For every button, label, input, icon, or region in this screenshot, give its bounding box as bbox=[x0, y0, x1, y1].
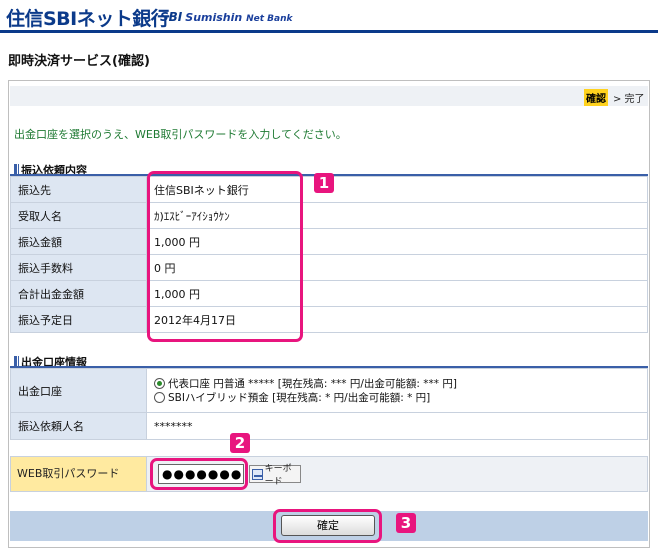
header-divider bbox=[0, 30, 658, 33]
bank-logo: 住信SBIネット銀行 bbox=[6, 8, 170, 30]
step-rest: > 完了 bbox=[613, 94, 645, 105]
table-row: 振込依頼人名 ******* bbox=[10, 412, 648, 440]
account-info-table: 出金口座 代表口座 円普通 ***** [現在残高: *** 円/出金可能額: … bbox=[10, 368, 648, 440]
callout-box-3 bbox=[273, 509, 382, 543]
transfer-details-table: 振込先 住信SBIネット銀行 受取人名 ｶ)ｴｽﾋﾞｰｱｲｼｮｳｹﾝ 振込金額 1,0… bbox=[10, 176, 648, 333]
table-row: 振込手数料 0 円 bbox=[10, 254, 648, 281]
callout-box-2 bbox=[150, 458, 248, 490]
row-label: 振込予定日 bbox=[10, 306, 147, 333]
instruction-text: 出金口座を選択のうえ、WEB取引パスワードを入力してください。 bbox=[14, 128, 347, 141]
option-label: SBIハイブリッド預金 [現在残高: * 円/出金可能額: * 円] bbox=[168, 391, 431, 404]
row-label: 振込金額 bbox=[10, 228, 147, 255]
callout-number-2: 2 bbox=[230, 433, 250, 453]
password-label: WEB取引パスワード bbox=[10, 456, 147, 492]
row-label: 受取人名 bbox=[10, 202, 147, 229]
logo-sub-suffix: Net Bank bbox=[246, 14, 293, 24]
steps-bar bbox=[10, 86, 648, 106]
header: 住信SBIネット銀行 SBI Sumishin Net Bank bbox=[0, 0, 658, 34]
option-label: 代表口座 円普通 ***** [現在残高: *** 円/出金可能額: *** 円… bbox=[168, 377, 457, 390]
page-title: 即時決済サービス(確認) bbox=[8, 54, 150, 69]
row-label: 振込先 bbox=[10, 176, 147, 203]
row-label: 出金口座 bbox=[10, 368, 147, 413]
account-option-hybrid[interactable]: SBIハイブリッド預金 [現在残高: * 円/出金可能額: * 円] bbox=[154, 391, 640, 405]
callout-number-1: 1 bbox=[314, 173, 334, 193]
callout-number-3: 3 bbox=[396, 513, 416, 533]
bank-logo-sub: SBI Sumishin Net Bank bbox=[160, 10, 292, 24]
table-row: 振込金額 1,000 円 bbox=[10, 228, 648, 255]
row-label: 振込手数料 bbox=[10, 254, 147, 281]
table-row: 受取人名 ｶ)ｴｽﾋﾞｰｱｲｼｮｳｹﾝ bbox=[10, 202, 648, 229]
keyboard-icon bbox=[252, 468, 263, 480]
software-keyboard-button[interactable]: キーボード bbox=[249, 464, 301, 487]
account-options: 代表口座 円普通 ***** [現在残高: *** 円/出金可能額: *** 円… bbox=[146, 368, 648, 413]
logo-sub-name: Sumishin bbox=[185, 11, 243, 24]
row-label: 振込依頼人名 bbox=[10, 412, 147, 440]
account-option-primary[interactable]: 代表口座 円普通 ***** [現在残高: *** 円/出金可能額: *** 円… bbox=[154, 377, 640, 391]
step-current: 確認 bbox=[584, 89, 608, 106]
callout-box-1 bbox=[147, 171, 303, 342]
radio-icon[interactable] bbox=[154, 392, 165, 403]
radio-selected-icon[interactable] bbox=[154, 378, 165, 389]
row-label: 合計出金金額 bbox=[10, 280, 147, 307]
logo-sbi-mark: SBI bbox=[160, 10, 183, 24]
table-row: 出金口座 代表口座 円普通 ***** [現在残高: *** 円/出金可能額: … bbox=[10, 368, 648, 413]
table-row: 合計出金金額 1,000 円 bbox=[10, 280, 648, 307]
row-value: ******* bbox=[146, 412, 648, 440]
table-row: 振込予定日 2012年4月17日 bbox=[10, 306, 648, 333]
keyboard-label: キーボード bbox=[264, 464, 292, 487]
